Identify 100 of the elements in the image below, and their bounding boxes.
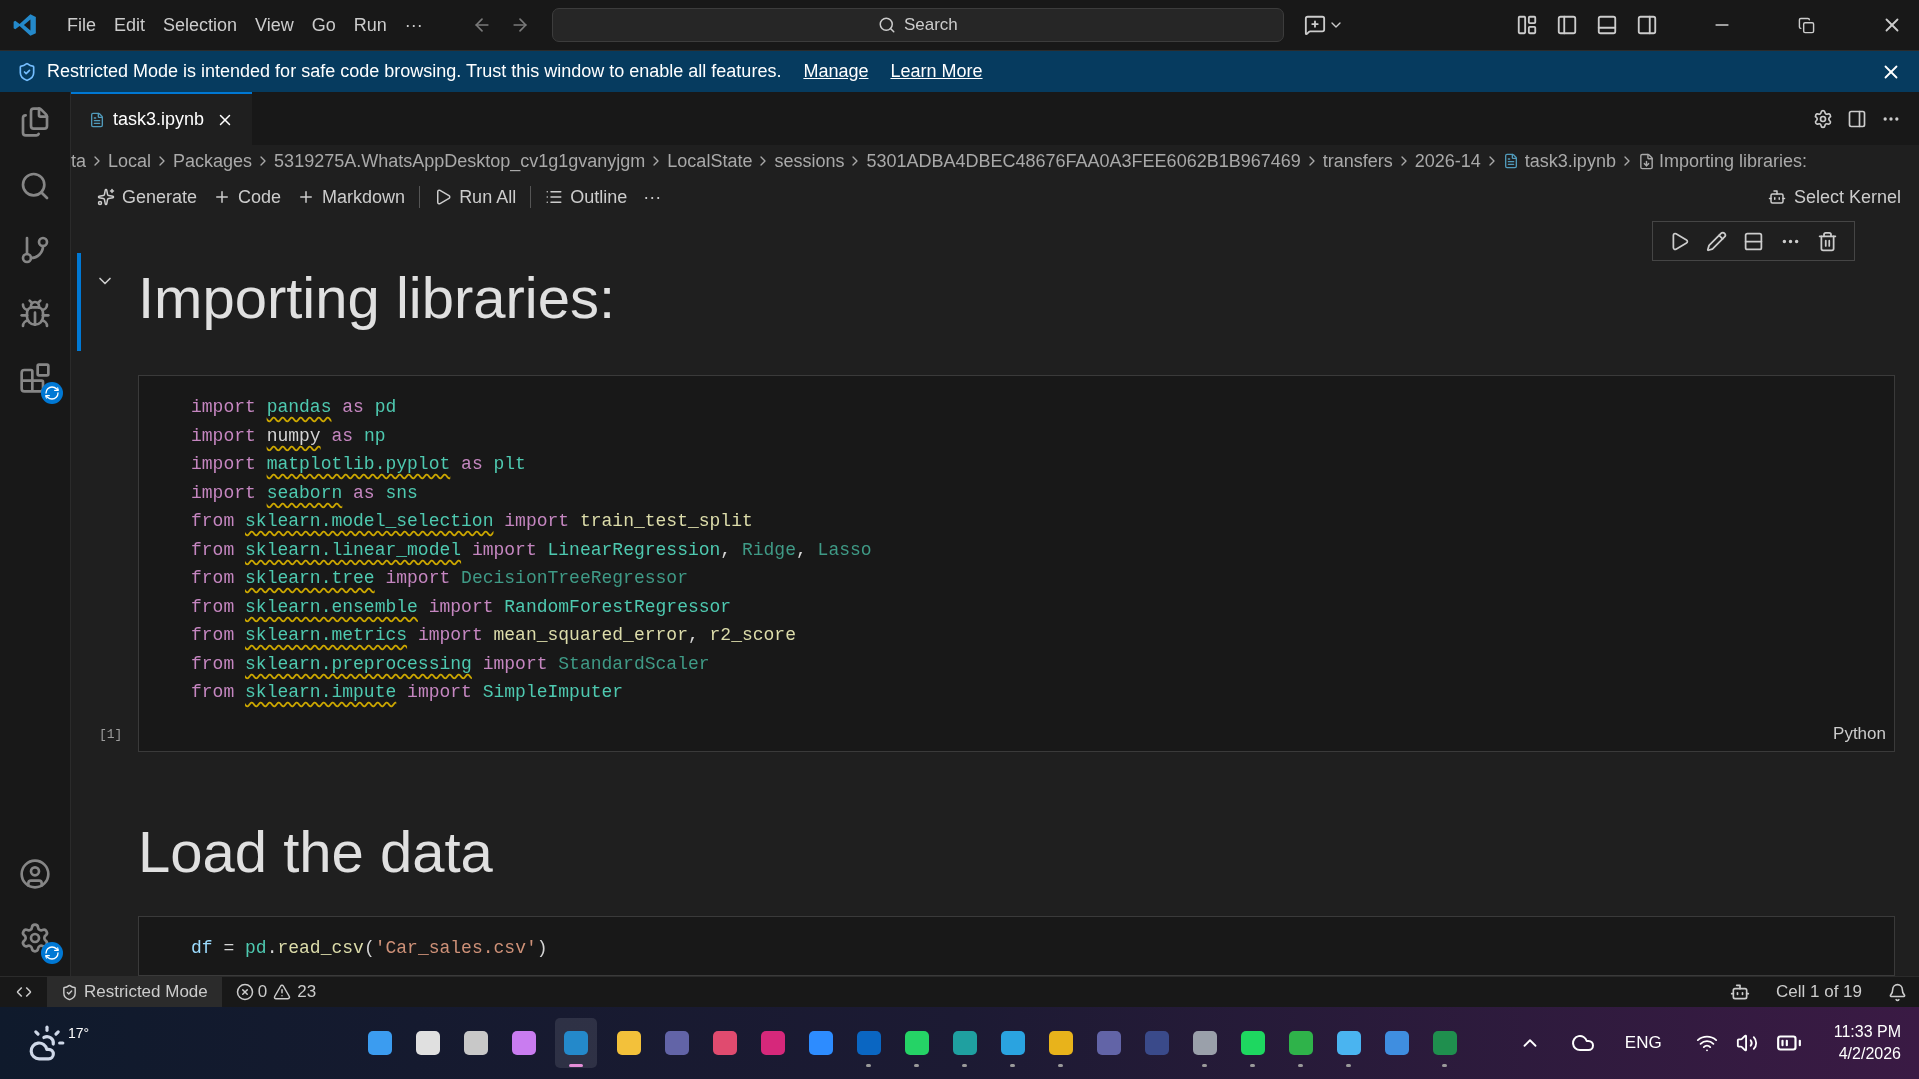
clock-date[interactable]: 4/2/2026 [1838, 1043, 1901, 1065]
breadcrumb-item[interactable]: task3.ipynb [1524, 147, 1616, 175]
breadcrumb-item[interactable]: Importing libraries: [1658, 147, 1807, 175]
toolbar-button[interactable]: Markdown [289, 182, 414, 212]
select-kernel-button[interactable]: Select Kernel [1767, 182, 1901, 212]
code-token: ) [536, 938, 548, 958]
account-icon[interactable] [19, 858, 51, 890]
panel-left-icon[interactable] [1556, 14, 1578, 36]
menu-item[interactable]: ··· [395, 11, 432, 39]
clock-time[interactable]: 11:33 PM [1833, 1021, 1901, 1043]
restore-icon[interactable] [1798, 16, 1815, 34]
files-icon[interactable] [19, 106, 51, 138]
weather-icon[interactable] [28, 1024, 66, 1062]
code-token: import [504, 511, 570, 532]
app-icon[interactable] [904, 1031, 929, 1055]
code-token: import [407, 682, 472, 703]
layout-icon[interactable] [1516, 14, 1538, 36]
pencil-icon[interactable] [1706, 230, 1727, 252]
breadcrumb-item[interactable]: sessions [774, 147, 845, 175]
code-token: import [191, 425, 256, 446]
warning-icon [273, 983, 292, 1001]
code-token: seaborn [266, 482, 343, 503]
menu-item[interactable]: Selection [154, 11, 247, 39]
code-token: import [428, 596, 494, 617]
notebook-file-icon [1502, 153, 1519, 169]
app-icon[interactable] [511, 1031, 536, 1055]
code-token: sklearn.model_selection [245, 511, 494, 532]
breadcrumb-item[interactable]: ta [71, 147, 86, 175]
app-icon[interactable] [463, 1031, 488, 1055]
code-token: import [191, 454, 256, 475]
code-token: import [417, 625, 483, 646]
panel-bottom-icon[interactable] [1596, 14, 1618, 36]
sync-badge-icon [41, 942, 63, 964]
menu-item[interactable]: View [246, 11, 303, 39]
app-icon[interactable] [952, 1031, 977, 1055]
banner-link[interactable]: Learn More [890, 58, 983, 85]
code-token: pd [374, 397, 397, 418]
settings-icon[interactable] [19, 922, 51, 954]
menu-item[interactable]: Edit [105, 11, 155, 39]
app-icon[interactable] [1000, 1031, 1025, 1055]
breadcrumb-item[interactable]: LocalState [667, 147, 753, 175]
error-icon [235, 983, 254, 1001]
code-token: pd [245, 938, 267, 958]
input-language[interactable]: ENG [1624, 1030, 1662, 1056]
code-token: numpy [266, 425, 321, 446]
restricted-mode-status[interactable]: Restricted Mode [47, 977, 222, 1007]
extensions-icon[interactable] [19, 362, 51, 394]
menu-item[interactable]: Go [302, 11, 345, 39]
app-icon[interactable] [1048, 1031, 1073, 1055]
toolbar-button[interactable]: Generate [89, 182, 206, 212]
bell-icon[interactable] [1888, 982, 1907, 1002]
cell-position[interactable]: Cell 1 of 19 [1776, 979, 1862, 1005]
settings-icon[interactable] [1813, 108, 1833, 129]
chat-icon[interactable] [1303, 14, 1326, 36]
error-count[interactable]: 0 [257, 979, 268, 1005]
list-icon [545, 188, 564, 206]
code-token: sklearn.tree [245, 568, 375, 589]
breadcrumb-item[interactable]: 5301ADBA4DBEC48676FAA0A3FEE6062B1B967469 [866, 147, 1301, 175]
code-token: mean_squared_error [493, 625, 688, 646]
execution-count: [1] [99, 726, 123, 745]
app-icon[interactable] [1192, 1031, 1217, 1055]
app-icon[interactable] [415, 1031, 440, 1055]
editor-tab[interactable]: task3.ipynb [71, 92, 253, 145]
breadcrumb-item[interactable]: Packages [173, 147, 253, 175]
menu-item[interactable]: Run [344, 11, 396, 39]
code-token: RandomForestRegressor [504, 596, 732, 617]
app-icon[interactable] [1240, 1031, 1265, 1055]
code-token: StandardScaler [558, 653, 710, 674]
panel-right-icon[interactable] [1636, 14, 1658, 36]
toolbar-button[interactable]: ··· [635, 182, 670, 212]
debug-icon[interactable] [19, 298, 51, 330]
volume-icon[interactable] [1735, 1032, 1758, 1054]
menu-item[interactable]: File [58, 11, 105, 39]
trash-icon[interactable] [1817, 230, 1838, 252]
app-icon[interactable] [616, 1031, 641, 1055]
branch-icon[interactable] [19, 234, 51, 266]
app-icon[interactable] [1336, 1031, 1361, 1055]
code-token: sklearn.ensemble [245, 596, 418, 617]
tab-label: task3.ipynb [113, 108, 205, 131]
breadcrumb-item[interactable]: 5319275A.WhatsAppDesktop_cv1g1gvanyjgm [274, 147, 646, 175]
temperature: 17° [68, 1023, 90, 1043]
toolbar-button[interactable]: Outline [537, 182, 636, 212]
code-token: . [266, 938, 278, 958]
toolbar-button[interactable]: Run All [426, 182, 525, 212]
cell-language[interactable]: Python [1833, 721, 1886, 747]
toolbar-button[interactable]: Code [205, 182, 290, 212]
code-token: , [796, 539, 807, 560]
search-field[interactable]: Search [551, 8, 1284, 42]
search-icon [877, 16, 896, 34]
breadcrumb-item[interactable]: 2026-14 [1414, 147, 1481, 175]
app-icon[interactable] [367, 1031, 392, 1055]
banner-link[interactable]: Manage [803, 58, 869, 85]
search-icon[interactable] [19, 170, 51, 202]
shield-icon [61, 983, 78, 1001]
breadcrumb-item[interactable]: Local [108, 147, 152, 175]
app-icon[interactable] [1288, 1031, 1313, 1055]
breadcrumb-item[interactable]: transfers [1322, 147, 1393, 175]
split-editor-icon[interactable] [1847, 108, 1867, 129]
warning-count[interactable]: 23 [297, 979, 317, 1005]
split-cell-icon[interactable] [1743, 230, 1764, 252]
